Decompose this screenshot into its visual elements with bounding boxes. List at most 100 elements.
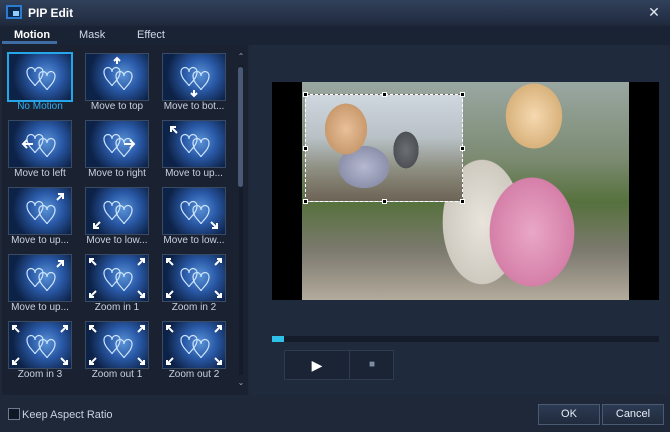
active-tab-indicator [2, 41, 57, 44]
motion-preview-image [162, 53, 226, 101]
motion-preview-image [162, 187, 226, 235]
zoom-arrow-icon [89, 258, 145, 298]
up-right-arrow-icon [56, 193, 64, 201]
up-left-arrow-icon [170, 126, 178, 134]
motion-preview-image [8, 254, 72, 302]
resize-handle-tr[interactable] [460, 92, 465, 97]
motion-thumb-label: Move to up... [11, 235, 69, 246]
motion-thumb-label: Zoom in 1 [94, 302, 140, 313]
hearts-icon [93, 200, 133, 229]
hearts-icon [170, 126, 210, 158]
motion-panel: No Motion Move to top Move to bot... Move t… [2, 45, 248, 395]
keep-aspect-label: Keep Aspect Ratio [22, 409, 113, 421]
motion-preview-image [85, 321, 149, 369]
motion-preview-image [162, 254, 226, 302]
motion-thumb[interactable]: Zoom in 3 [4, 317, 76, 381]
motion-thumb-label: Move to up... [165, 168, 223, 179]
hearts-icon [103, 56, 133, 91]
video-preview [272, 82, 659, 300]
motion-thumb[interactable]: Move to up... [158, 116, 230, 180]
tab-motion[interactable]: Motion [14, 29, 50, 41]
motion-preview-image [162, 120, 226, 168]
motion-thumb-label: No Motion [17, 101, 63, 112]
motion-thumb-label: Zoom out 1 [91, 369, 143, 380]
resize-handle-b[interactable] [382, 199, 387, 204]
up-arrow-icon [113, 56, 121, 64]
resize-handle-br[interactable] [460, 199, 465, 204]
zoom-arrow-icon [89, 325, 145, 365]
tab-mask[interactable]: Mask [79, 29, 105, 41]
motion-thumb-label: Move to low... [86, 235, 148, 246]
motion-thumb[interactable]: Zoom out 1 [81, 317, 153, 381]
motion-preview-image [85, 120, 149, 168]
app-icon [6, 5, 22, 19]
hearts-icon [26, 66, 56, 91]
motion-thumb-label: Zoom out 2 [168, 369, 220, 380]
playback-controls: ▶ ■ [284, 350, 394, 380]
scroll-thumb[interactable] [238, 67, 243, 187]
motion-thumb[interactable]: Zoom in 2 [158, 250, 230, 314]
close-icon[interactable]: ✕ [646, 4, 662, 20]
motion-thumb[interactable]: Move to top [81, 49, 153, 113]
keep-aspect-checkbox[interactable] [8, 408, 20, 420]
hearts-icon [180, 66, 210, 98]
motion-thumb[interactable]: Zoom in 1 [81, 250, 153, 314]
motion-thumb[interactable]: Move to bot... [158, 49, 230, 113]
motion-thumb[interactable]: Move to up... [4, 183, 76, 247]
ok-button[interactable]: OK [538, 404, 600, 425]
motion-preview-image [85, 53, 149, 101]
motion-scrollbar[interactable]: ⌃ ⌄ [237, 53, 245, 388]
hearts-icon [26, 193, 64, 225]
hearts-icon [89, 325, 145, 365]
motion-preview-image [8, 187, 72, 235]
motion-thumb-label: Move to bot... [163, 101, 225, 112]
scroll-up-icon[interactable]: ⌃ [237, 53, 245, 61]
motion-thumb-label: Move to low... [163, 235, 225, 246]
motion-preview-image [85, 254, 149, 302]
dialog-footer: Keep Aspect Ratio OK Cancel [0, 399, 670, 432]
motion-thumb[interactable]: Move to low... [158, 183, 230, 247]
play-button[interactable]: ▶ [285, 351, 349, 379]
title-bar: PIP Edit ✕ [0, 0, 670, 25]
motion-thumb-label: Move to up... [11, 302, 69, 313]
motion-thumb[interactable]: Move to left [4, 116, 76, 180]
resize-handle-l[interactable] [303, 146, 308, 151]
down-arrow-icon [190, 90, 198, 98]
motion-thumb[interactable]: Move to up... [4, 250, 76, 314]
motion-preview-image [7, 52, 73, 102]
down-right-arrow-icon [210, 221, 218, 229]
motion-thumb[interactable]: Move to low... [81, 183, 153, 247]
motion-preview-image [85, 187, 149, 235]
pip-overlay-image[interactable] [303, 92, 465, 204]
window-title: PIP Edit [28, 6, 74, 20]
cancel-button[interactable]: Cancel [602, 404, 664, 425]
hearts-icon [89, 258, 145, 298]
hearts-icon [21, 133, 56, 158]
hearts-icon [180, 200, 218, 229]
zoom-arrow-icon [166, 258, 222, 298]
tab-effect[interactable]: Effect [137, 29, 165, 41]
motion-preview-image [8, 321, 72, 369]
resize-handle-t[interactable] [382, 92, 387, 97]
timeline-progress[interactable] [272, 336, 659, 342]
motion-thumb[interactable]: Zoom out 2 [158, 317, 230, 381]
motion-thumb[interactable]: No Motion [4, 49, 76, 113]
progress-fill [272, 336, 284, 342]
motion-thumb-label: Move to right [88, 168, 146, 179]
motion-thumb-label: Zoom in 2 [171, 302, 217, 313]
motion-preview-image [162, 321, 226, 369]
motion-thumb-label: Zoom in 3 [17, 369, 63, 380]
zoom-arrow-icon [166, 325, 222, 365]
tab-bar: Motion Mask Effect [0, 26, 670, 45]
zoom-arrow-icon [12, 325, 68, 365]
resize-handle-tl[interactable] [303, 92, 308, 97]
down-left-arrow-icon [93, 221, 101, 229]
stop-button[interactable]: ■ [349, 351, 394, 379]
scroll-down-icon[interactable]: ⌄ [237, 379, 245, 387]
up-right-arrow-icon [56, 260, 64, 268]
resize-handle-r[interactable] [460, 146, 465, 151]
resize-handle-bl[interactable] [303, 199, 308, 204]
hearts-icon [166, 258, 222, 298]
motion-thumb[interactable]: Move to right [81, 116, 153, 180]
hearts-icon [12, 325, 68, 365]
